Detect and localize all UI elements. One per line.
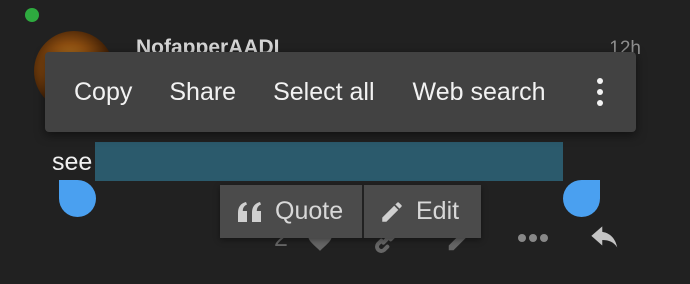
- copy-menu-item[interactable]: Copy: [74, 78, 132, 107]
- selection-handle-start[interactable]: [59, 180, 96, 217]
- web-search-menu-item[interactable]: Web search: [413, 78, 546, 107]
- quote-button[interactable]: Quote: [220, 185, 362, 238]
- post-body-text[interactable]: see: [52, 148, 92, 177]
- edit-button-label: Edit: [416, 197, 460, 225]
- more-vert-icon[interactable]: [593, 72, 607, 112]
- quote-edit-popup: Quote Edit: [220, 185, 481, 238]
- share-menu-item[interactable]: Share: [169, 78, 236, 107]
- selection-handle-end[interactable]: [563, 180, 600, 217]
- quote-button-label: Quote: [275, 197, 344, 225]
- online-status-dot: [25, 8, 39, 22]
- text-selection-highlight: [95, 142, 563, 181]
- quote-icon: [238, 201, 261, 222]
- reply-icon[interactable]: [588, 225, 622, 255]
- text-selection-toolbar: Copy Share Select all Web search: [45, 52, 636, 132]
- edit-button[interactable]: Edit: [364, 185, 481, 238]
- pencil-icon: [382, 201, 402, 222]
- select-all-menu-item[interactable]: Select all: [273, 78, 374, 107]
- more-horiz-icon[interactable]: [518, 234, 548, 242]
